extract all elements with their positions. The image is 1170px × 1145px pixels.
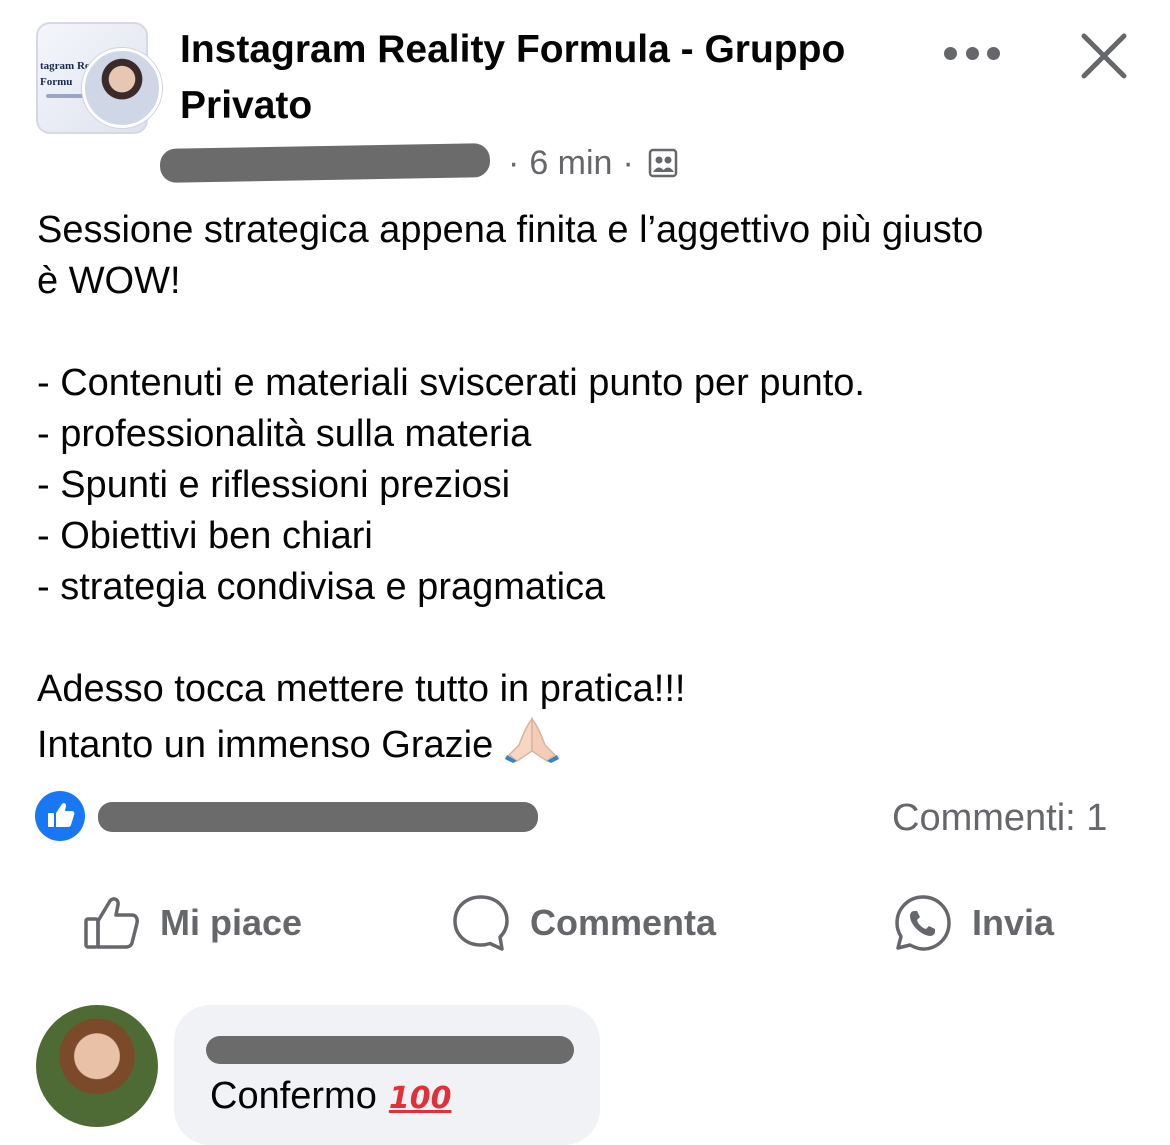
redacted-author-name [159, 143, 491, 183]
redacted-commenter-name [206, 1036, 574, 1064]
post-outro-line: Adesso tocca mettere tutto in pratica!!! [37, 668, 686, 710]
more-dots-icon [944, 46, 957, 60]
post-bullet: - Contenuti e materiali sviscerati punto… [37, 362, 865, 404]
like-reaction-icon[interactable] [35, 791, 85, 841]
post-intro-line: è WOW! [37, 260, 181, 302]
comment-button[interactable]: Commenta [450, 888, 716, 958]
more-options-button[interactable] [944, 38, 1000, 68]
comment-bubble-icon [453, 895, 509, 951]
folded-hands-icon [505, 716, 560, 763]
comment-text-line: Confermo 100 [210, 1070, 451, 1125]
post-bullet: - strategia condivisa e pragmatica [37, 566, 606, 608]
close-icon [1081, 33, 1127, 79]
post-intro-line: Sessione strategica appena finita e l’ag… [37, 209, 984, 251]
thumbs-up-icon [84, 897, 139, 949]
close-button[interactable] [1076, 28, 1132, 84]
like-label: Mi piace [160, 902, 303, 943]
post-text: Sessione strategica appena finita e l’ag… [37, 205, 1137, 771]
like-button[interactable]: Mi piace [82, 888, 302, 958]
post-meta: · 6 min · [159, 140, 678, 186]
post-bullet: - professionalità sulla materia [37, 413, 532, 455]
author-avatar[interactable] [82, 48, 162, 128]
commenter-avatar[interactable] [36, 1005, 158, 1127]
group-privacy-icon [648, 148, 678, 178]
meta-separator: · [622, 143, 634, 182]
post-timestamp[interactable]: 6 min [529, 144, 612, 183]
post-bullet: - Obiettivi ben chiari [37, 515, 373, 557]
post-bullet: - Spunti e riflessioni preziosi [37, 464, 511, 506]
whatsapp-icon [895, 895, 951, 951]
send-button[interactable]: Invia [892, 888, 1054, 958]
comment-text: Confermo [210, 1075, 377, 1117]
meta-separator: · [508, 143, 520, 182]
more-dot [965, 46, 979, 60]
hundred-points-icon: 100 [388, 1081, 452, 1116]
group-title[interactable]: Instagram Reality Formula - Gruppo Priva… [180, 22, 920, 134]
send-label: Invia [972, 902, 1055, 943]
like-badge-glyph [48, 802, 75, 827]
more-dot [987, 46, 1000, 60]
comments-count[interactable]: Commenti: 1 [892, 793, 1107, 843]
comment-label: Commenta [530, 902, 717, 943]
post-outro-text: Intanto un immenso Grazie [37, 724, 494, 766]
post-outro-line: Intanto un immenso Grazie [37, 715, 1137, 771]
redacted-reactors [98, 802, 538, 832]
